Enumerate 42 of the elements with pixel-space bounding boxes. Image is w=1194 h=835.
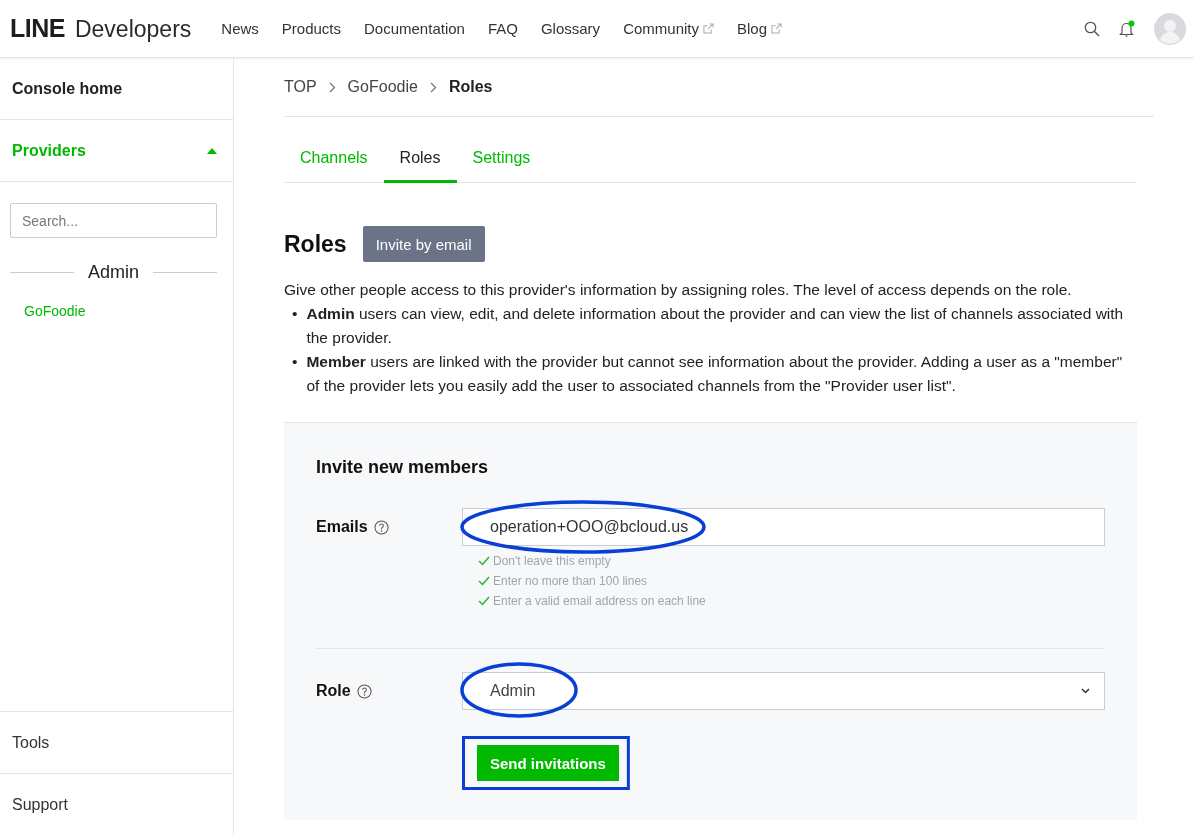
- sidebar-link[interactable]: Tools: [0, 711, 233, 773]
- chevron-icon: [429, 81, 437, 93]
- chevron-icon: [328, 81, 336, 93]
- validation-rule: Enter a valid email address on each line: [493, 594, 706, 608]
- group-label: Admin: [88, 262, 139, 283]
- tab[interactable]: Roles: [383, 139, 457, 183]
- page-title: Roles: [284, 230, 347, 258]
- nav-link[interactable]: Blog: [737, 20, 782, 37]
- nav-link[interactable]: Documentation: [364, 20, 465, 37]
- nav-link[interactable]: Glossary: [540, 20, 601, 37]
- caret-icon: [207, 147, 217, 154]
- validation-rule: Don't leave this empty: [493, 554, 611, 568]
- intro-text: Give other people access to this provider's information by assigning roles. The level of access depends on the role.: [284, 280, 1073, 300]
- breadcrumb-link[interactable]: TOP: [284, 78, 317, 96]
- console-home-link[interactable]: Console home: [0, 58, 233, 120]
- search-icon[interactable]: [1084, 20, 1100, 37]
- bullet-marker: •: [292, 304, 298, 324]
- chevron-down-icon: [1081, 688, 1090, 694]
- nav-link[interactable]: Products: [281, 20, 341, 37]
- role-select[interactable]: Admin: [462, 672, 1105, 710]
- nav-link[interactable]: News: [221, 20, 259, 37]
- help-icon[interactable]: [373, 519, 389, 535]
- bullet-text: Member users are linked with the provider but cannot see information about the provider. Adding a user as a "member" of the provider lets you easily add the user to associated channels from the "Provider user list".: [306, 352, 1124, 396]
- sidebar-link[interactable]: Support: [0, 773, 233, 835]
- validation-rule: Enter no more than 100 lines: [493, 574, 648, 588]
- help-icon[interactable]: [356, 683, 372, 699]
- check-icon: [478, 596, 490, 606]
- nav-link[interactable]: Community: [623, 20, 714, 37]
- field-label: Emails: [316, 518, 368, 536]
- check-icon: [478, 576, 490, 586]
- breadcrumb-link[interactable]: GoFoodie: [347, 78, 418, 96]
- nav-link[interactable]: FAQ: [487, 20, 518, 37]
- email-field[interactable]: operation+OOO@bcloud.us: [462, 508, 1105, 546]
- section-title: Invite new members: [316, 457, 490, 478]
- search-field[interactable]: Search...: [10, 203, 217, 238]
- bullet-marker: •: [292, 352, 298, 372]
- bell-icon[interactable]: [1118, 19, 1136, 38]
- bullet-text: Admin users can view, edit, and delete information about the provider and can view the list of channels associated with the provider.: [306, 304, 1125, 348]
- check-icon: [478, 556, 490, 566]
- invite-by-email-button[interactable]: Invite by email: [362, 226, 485, 262]
- logo[interactable]: LINE Developers: [10, 14, 192, 43]
- field-label: Role: [316, 682, 351, 700]
